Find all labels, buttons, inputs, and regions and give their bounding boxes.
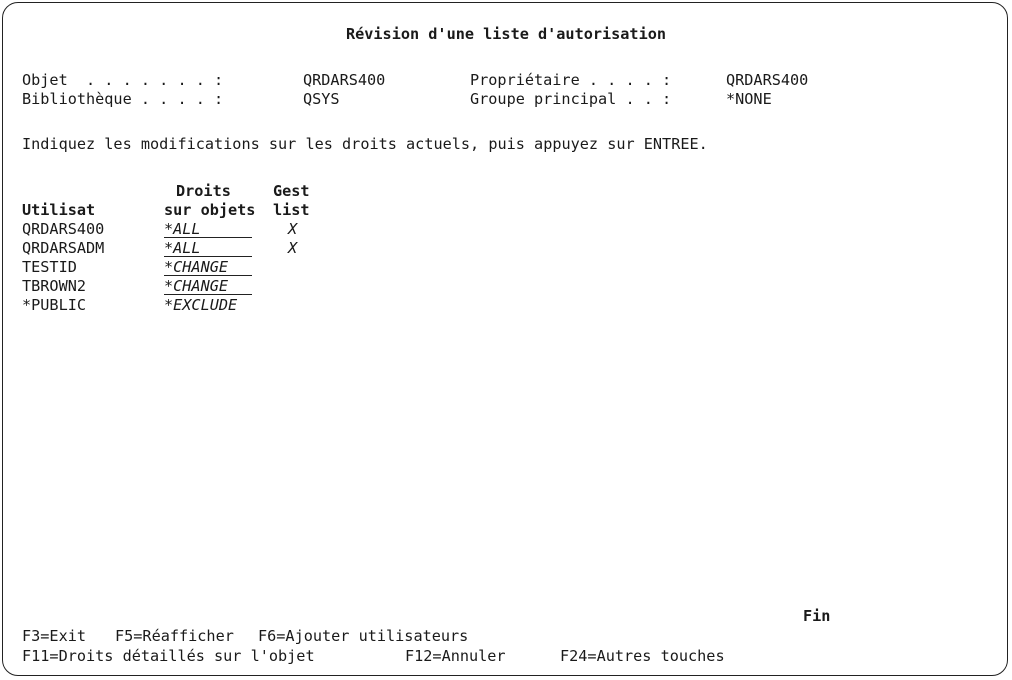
object-rights-field[interactable]: *ALL	[164, 239, 252, 258]
user-id: QRDARS400	[22, 220, 105, 238]
user-id: TBROWN2	[22, 277, 87, 295]
group-label: Groupe principal . . :	[470, 90, 672, 108]
object-rights-field[interactable]: *CHANGE	[164, 258, 252, 277]
instruction-text: Indiquez les modifications sur les droit…	[22, 135, 708, 153]
user-id: QRDARSADM	[22, 239, 105, 257]
object-rights-value[interactable]: *CHANGE	[164, 278, 252, 295]
manage-list-field[interactable]: X	[288, 239, 297, 258]
f6-add-users-key[interactable]: F6=Ajouter utilisateurs	[258, 627, 468, 646]
screen-title: Révision d'une liste d'autorisation	[345, 25, 667, 43]
object-rights-value[interactable]: *EXCLUDE	[164, 297, 252, 313]
object-rights-field[interactable]: *ALL	[164, 220, 252, 239]
object-rights-field[interactable]: *CHANGE	[164, 277, 252, 296]
object-rights-field[interactable]: *EXCLUDE	[164, 296, 252, 315]
header-rights-line1: Droits	[176, 182, 231, 200]
object-value: QRDARS400	[303, 71, 386, 89]
object-rights-value[interactable]: *ALL	[164, 221, 252, 238]
group-value: *NONE	[726, 90, 772, 108]
f24-more-keys-key[interactable]: F24=Autres touches	[560, 647, 725, 666]
library-value: QSYS	[303, 90, 340, 108]
end-indicator: Fin	[803, 607, 831, 625]
object-rights-value[interactable]: *ALL	[164, 240, 252, 257]
library-label: Bibliothèque . . . . :	[22, 90, 224, 108]
user-id: *PUBLIC	[22, 296, 87, 314]
owner-value: QRDARS400	[726, 71, 809, 89]
manage-list-field[interactable]: X	[288, 220, 297, 239]
header-manage-line1: Gest	[273, 182, 310, 200]
header-manage-line2: list	[273, 201, 310, 219]
f12-cancel-key[interactable]: F12=Annuler	[405, 647, 506, 666]
owner-label: Propriétaire . . . . :	[470, 71, 672, 89]
header-rights-line2: sur objets	[164, 201, 256, 219]
user-id: TESTID	[22, 258, 77, 276]
f3-exit-key[interactable]: F3=Exit	[22, 627, 86, 646]
object-rights-value[interactable]: *CHANGE	[164, 259, 252, 276]
f11-detailed-rights-key[interactable]: F11=Droits détaillés sur l'objet	[22, 647, 315, 666]
f5-refresh-key[interactable]: F5=Réafficher	[115, 627, 234, 646]
header-user: Utilisat	[22, 201, 96, 219]
object-label: Objet . . . . . . . :	[22, 71, 224, 89]
